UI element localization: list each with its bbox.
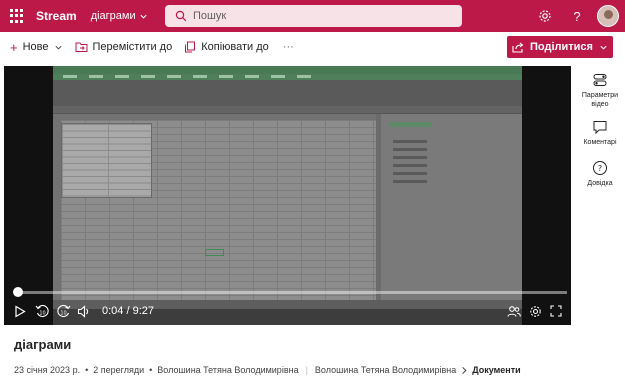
- spreadsheet-selected-cell: [205, 249, 224, 256]
- plus-icon: +: [10, 39, 18, 55]
- more-options-label: ···: [282, 41, 294, 53]
- spreadsheet-ribbon: [53, 80, 522, 106]
- new-button[interactable]: + Нове: [10, 41, 63, 54]
- svg-text:10: 10: [60, 310, 66, 316]
- video-title: діаграми: [14, 337, 72, 352]
- breadcrumb-divider: |: [305, 365, 308, 375]
- play-button[interactable]: [14, 301, 26, 321]
- site-name: діаграми: [90, 10, 136, 22]
- player-settings-button[interactable]: [529, 301, 542, 321]
- playback-time: 0:04 / 9:27: [102, 301, 154, 321]
- captions-people-button[interactable]: [507, 301, 521, 321]
- search-placeholder: Пошук: [193, 10, 227, 22]
- current-time: 0:04: [102, 305, 124, 317]
- video-settings-label: Параметри відео: [581, 92, 619, 108]
- rewind-10-icon: 10: [35, 304, 49, 317]
- player-controls: 10 10 0:04 / 9:27: [4, 285, 571, 325]
- seek-bar[interactable]: [14, 291, 567, 294]
- move-to-label: Перемістити до: [92, 41, 173, 53]
- fullscreen-button[interactable]: [550, 301, 562, 321]
- upload-date: 23 січня 2023 р.: [14, 365, 81, 375]
- share-icon: [512, 42, 524, 53]
- author-name[interactable]: Волошина Тетяна Володимирівна: [157, 365, 298, 375]
- duration: 9:27: [132, 305, 155, 317]
- gear-icon: [530, 305, 541, 317]
- help-icon: ?: [593, 161, 607, 175]
- chevron-right-icon: [462, 366, 467, 374]
- svg-text:?: ?: [598, 164, 602, 173]
- help-question-icon[interactable]: ?: [561, 0, 593, 32]
- chevron-down-icon: [140, 14, 147, 19]
- comment-icon: [593, 121, 607, 135]
- video-settings-button[interactable]: Параметри відео: [575, 72, 625, 109]
- rewind-10-button[interactable]: 10: [35, 301, 50, 321]
- move-to-button[interactable]: Перемістити до: [75, 41, 173, 53]
- copy-to-button[interactable]: Копіювати до: [184, 41, 269, 53]
- forward-10-button[interactable]: 10: [56, 301, 71, 321]
- spreadsheet-formula-bar: [53, 106, 522, 114]
- search-icon: [175, 10, 187, 22]
- app-name[interactable]: Stream: [36, 9, 77, 23]
- comments-label: Коментарі: [583, 139, 617, 146]
- search-input[interactable]: Пошук: [165, 5, 462, 27]
- fullscreen-icon: [550, 305, 562, 317]
- play-icon: [15, 304, 26, 318]
- volume-icon: [77, 304, 89, 318]
- site-switcher[interactable]: діаграми: [91, 10, 148, 22]
- spreadsheet-row-headers: [53, 114, 61, 300]
- help-label: Довідка: [587, 180, 613, 187]
- settings-gear-icon[interactable]: [529, 0, 561, 32]
- svg-text:10: 10: [39, 310, 45, 316]
- copy-to-label: Копіювати до: [201, 41, 269, 53]
- breadcrumb-folder[interactable]: Документи: [472, 365, 520, 375]
- app-launcher-icon[interactable]: [10, 9, 24, 23]
- chevron-down-icon: [54, 45, 62, 49]
- people-icon: [507, 305, 521, 317]
- view-count: 2 перегляди: [93, 365, 145, 375]
- video-metadata: 23 січня 2023 р. • 2 перегляди • Волошин…: [14, 365, 521, 375]
- chevron-down-icon: [600, 45, 607, 50]
- avatar[interactable]: [597, 5, 619, 27]
- copy-icon: [185, 41, 196, 53]
- meta-dot: •: [149, 365, 153, 375]
- spreadsheet-title-bar: [53, 66, 522, 74]
- help-button[interactable]: ? Довідка: [575, 160, 625, 188]
- more-options-button[interactable]: ···: [283, 41, 294, 53]
- new-button-label: Нове: [22, 41, 49, 53]
- volume-button[interactable]: [77, 301, 91, 321]
- comments-button[interactable]: Коментарі: [575, 119, 625, 147]
- meta-dot: •: [85, 365, 89, 375]
- share-button-label: Поділитися: [530, 41, 593, 53]
- forward-10-icon: 10: [57, 304, 71, 317]
- seek-handle[interactable]: [12, 287, 23, 297]
- spreadsheet-table: [61, 123, 152, 198]
- video-settings-icon: [593, 74, 607, 86]
- breadcrumb-owner[interactable]: Волошина Тетяна Володимирівна: [315, 365, 456, 375]
- spreadsheet-format-pane: [381, 114, 522, 300]
- share-button[interactable]: Поділитися: [507, 36, 613, 58]
- move-folder-icon: [75, 42, 87, 52]
